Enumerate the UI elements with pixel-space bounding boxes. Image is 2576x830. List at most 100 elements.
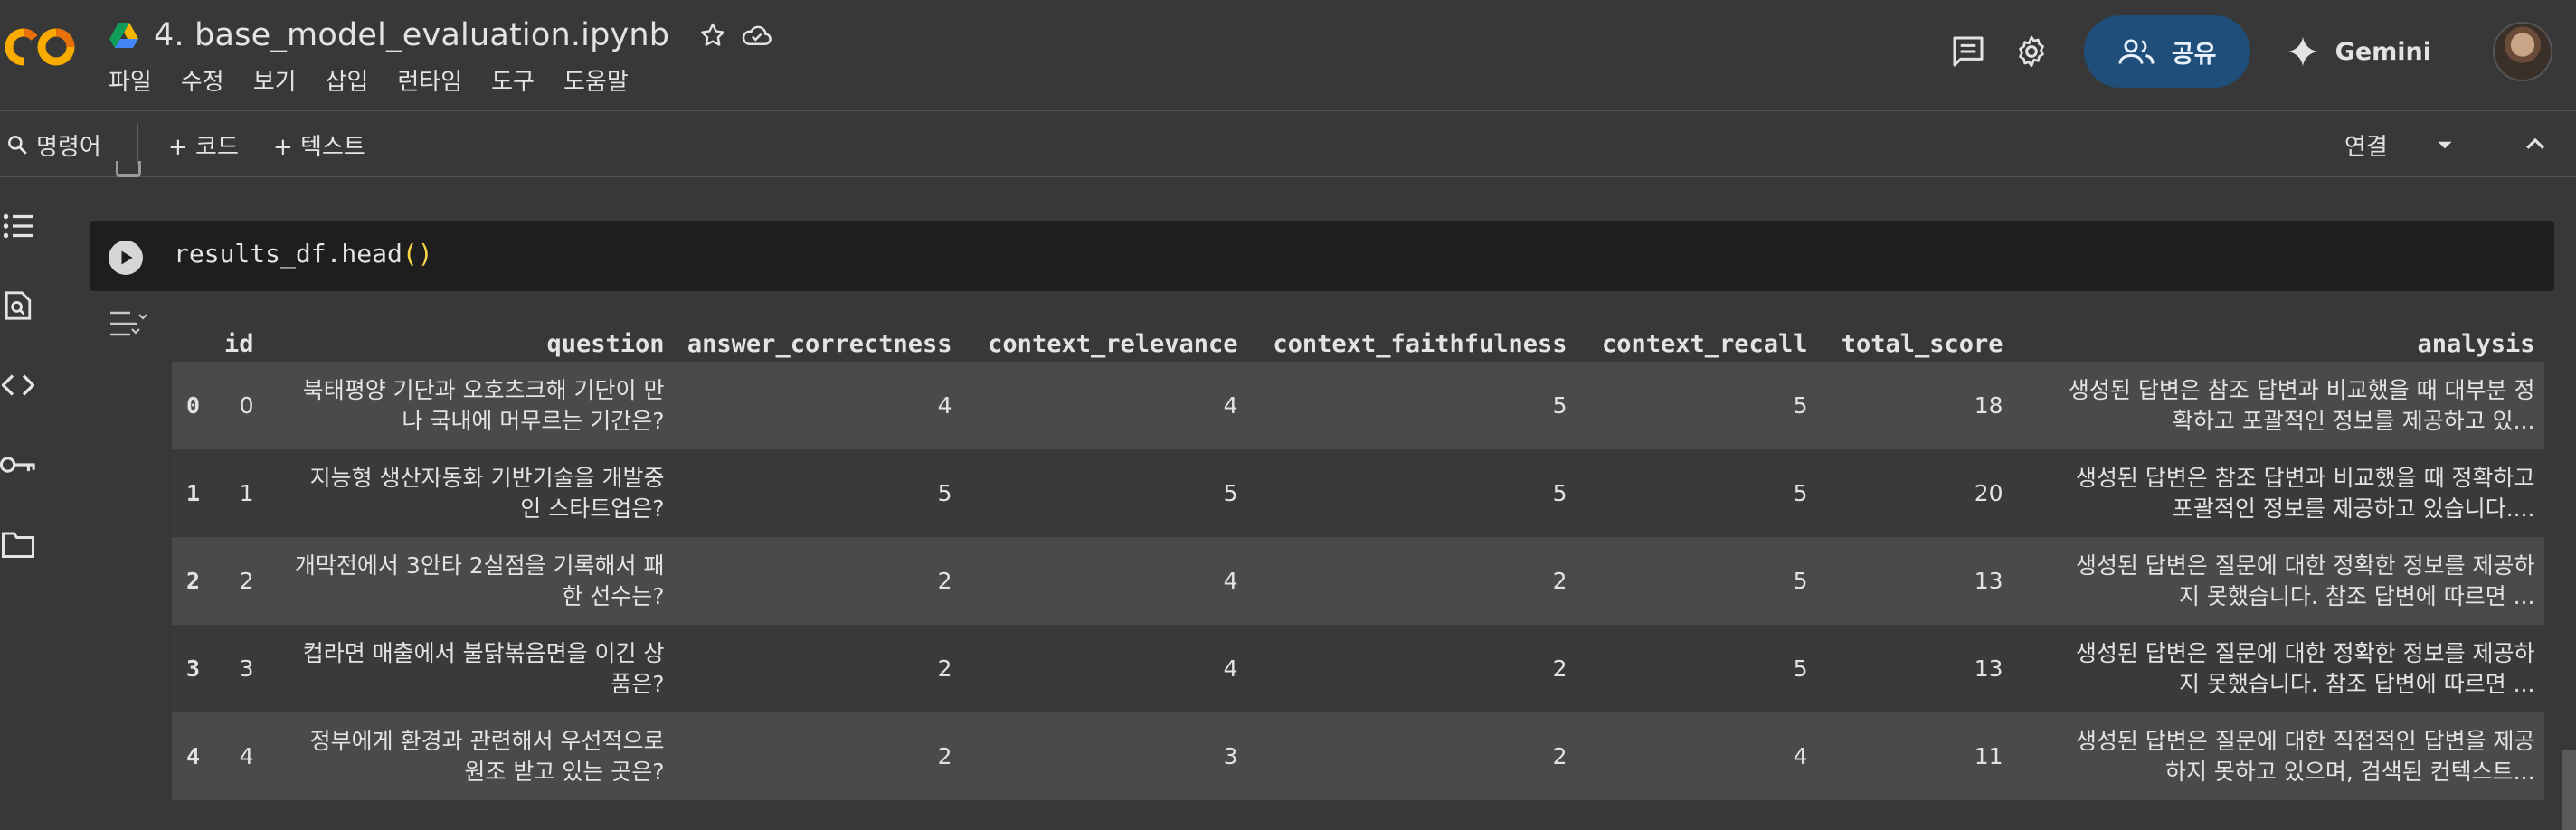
cell-id: 3 [239,655,254,682]
search-icon [8,136,27,155]
find-replace-icon[interactable] [0,288,36,324]
cell-analysis-line: 지 못했습니다. 참조 답변에 따르면 ... [2178,582,2535,609]
code-editor[interactable]: results_df.head() [174,239,433,269]
cell-id: 1 [239,479,254,506]
cell-question-line: 나 국내에 머무르는 기간은? [402,407,665,434]
cell-analysis: 생성된 답변은 질문에 대한 정확한 정보를 제공하 지 못했습니다. 참조 답변… [2012,625,2544,712]
cell-context-faithfulness: 2 [1552,742,1567,769]
table-row: 4 4 정부에게 환경과 관련해서 우선적으로 원조 받고 있는 곳은? 2 3 … [172,712,2544,800]
cell-total-score: 13 [1974,567,2003,594]
collapse-header-button[interactable] [2522,111,2549,178]
column-header-index [172,306,224,362]
table-row: 2 2 개막전에서 3안타 2실점을 기록해서 패한 선수는? 2 4 2 5 … [172,537,2544,625]
cell-question: 개막전에서 3안타 2실점을 기록해서 패한 선수는? [263,537,674,625]
menu-runtime[interactable]: 런타임 [397,63,462,97]
code-cell[interactable]: results_df.head() [90,221,2554,291]
avatar[interactable] [2493,22,2552,81]
command-palette-label: 명령어 [36,133,101,161]
menu-insert[interactable]: 삽입 [326,63,369,97]
column-header-question: question [546,330,665,358]
cell-analysis-line: 확하고 포괄적인 정보를 제공하고 있... [2172,407,2535,434]
menu-help[interactable]: 도움말 [564,63,629,97]
gemini-button[interactable]: Gemini [2287,35,2431,68]
cell-question-line: 개막전에서 3안타 2실점을 기록해서 패 [294,552,665,579]
output-actions-icon[interactable] [107,307,148,340]
toolbar-divider [137,124,138,165]
cell-answer-correctness: 5 [937,479,952,506]
cell-question: 북태평양 기단과 오호츠크해 기단이 만나 국내에 머무르는 기간은? [263,362,674,449]
cell-id: 0 [239,391,254,419]
cell-question-line: 정부에게 환경과 관련해서 우선적으로 [309,727,665,754]
gemini-label: Gemini [2334,37,2431,66]
output-scrollbar[interactable] [2562,750,2576,830]
cell-question: 지능형 생산자동화 기반기술을 개발중인 스타트업은? [263,449,674,537]
chevron-up-icon [2526,137,2544,149]
column-header-context-faithfulness: context_faithfulness [1273,330,1567,358]
menu-bar: 파일 수정 보기 삽입 런타임 도구 도움말 [109,63,629,97]
row-index: 4 [186,742,201,769]
notebook-title[interactable]: 4. base_model_evaluation.ipynb [154,17,669,53]
cell-analysis: 생성된 답변은 질문에 대한 직접적인 답변을 제공하지 못하고 있으며, 검색… [2012,712,2544,800]
connect-button[interactable]: 연결 [2344,111,2388,178]
row-index: 0 [186,391,201,419]
cell-analysis: 생성된 답변은 참조 답변과 비교했을 때 정확하고 포괄적인 정보를 제공하고 … [2012,449,2544,537]
column-header-total-score: total_score [1841,330,2003,358]
column-header-context-relevance: context_relevance [988,330,1238,358]
cell-id: 2 [239,567,254,594]
drive-icon[interactable] [109,22,139,49]
gear-icon[interactable] [2006,26,2057,77]
cell-question-line: 인 스타트업은? [520,495,665,522]
add-code-button[interactable]: + 코드 [168,111,239,178]
cell-total-score: 13 [1974,655,2003,682]
cloud-saved-icon[interactable] [740,19,772,52]
cell-question-line: 컵라면 매출에서 불닭볶음면을 이긴 상 [302,639,665,666]
share-button[interactable]: 공유 [2083,15,2250,88]
table-header-row: id question answer_correctness context_r… [172,306,2544,362]
secrets-key-icon[interactable] [0,447,36,483]
table-row: 0 0 북태평양 기단과 오호츠크해 기단이 만나 국내에 머무르는 기간은? … [172,362,2544,449]
notebook-toolbar: 명령어 + 코드 + 텍스트 연결 [0,110,2576,177]
cell-analysis: 생성된 답변은 질문에 대한 정확한 정보를 제공하지 못했습니다. 참조 답변… [2012,537,2544,625]
table-of-contents-icon[interactable] [0,208,36,244]
cell-question-line: 지능형 생산자동화 기반기술을 개발중 [309,464,665,491]
table-row: 1 1 지능형 생산자동화 기반기술을 개발중 인 스타트업은? 5 5 5 5 … [172,449,2544,537]
menu-file[interactable]: 파일 [109,63,152,97]
play-icon [121,250,133,265]
previous-cell-output-icon [116,161,141,177]
cell-context-recall: 4 [1793,742,1808,769]
folder-icon[interactable] [0,526,36,562]
cell-context-recall: 5 [1793,655,1808,682]
cell-analysis-line: 생성된 답변은 질문에 대한 직접적인 답변을 제공 [2075,727,2535,754]
row-index: 2 [186,567,201,594]
header-actions: 공유 Gemini [1943,14,2576,89]
cell-analysis-line: 생성된 답변은 질문에 대한 정확한 정보를 제공하 [2075,552,2535,579]
cell-analysis-line: 지 못했습니다. 참조 답변에 따르면 ... [2178,670,2535,697]
cell-question-line: 원조 받고 있는 곳은? [464,758,665,785]
column-header-id: id [224,330,254,358]
cell-context-recall: 5 [1793,567,1808,594]
cell-question: 컵라면 매출에서 불닭볶음면을 이긴 상 품은? [263,625,674,712]
cell-context-relevance: 4 [1223,391,1238,419]
cell-context-relevance: 5 [1223,479,1238,506]
code-snippets-icon[interactable] [0,367,36,403]
cell-answer-correctness: 2 [937,567,952,594]
comment-icon[interactable] [1943,26,1994,77]
cell-analysis-line: 포괄적인 정보를 제공하고 있습니다.... [2172,495,2535,522]
run-cell-button[interactable] [109,241,143,275]
cell-total-score: 11 [1974,742,2003,769]
colab-logo[interactable] [4,25,80,69]
menu-tools[interactable]: 도구 [491,63,535,97]
command-palette-button[interactable]: 명령어 [5,111,101,178]
star-icon[interactable] [696,19,729,52]
cell-analysis-line: 하지 못하고 있으며, 검색된 컨텍스트... [2164,758,2535,785]
menu-view[interactable]: 보기 [253,63,297,97]
add-text-button[interactable]: + 텍스트 [273,111,365,178]
connect-dropdown[interactable] [2433,111,2457,178]
menu-edit[interactable]: 수정 [181,63,224,97]
cell-context-recall: 5 [1793,391,1808,419]
app-header: 4. base_model_evaluation.ipynb 파일 수정 보기 … [0,0,2576,110]
cell-context-recall: 5 [1793,479,1808,506]
left-rail [0,177,52,830]
cell-context-relevance: 4 [1223,567,1238,594]
cell-context-faithfulness: 2 [1552,655,1567,682]
